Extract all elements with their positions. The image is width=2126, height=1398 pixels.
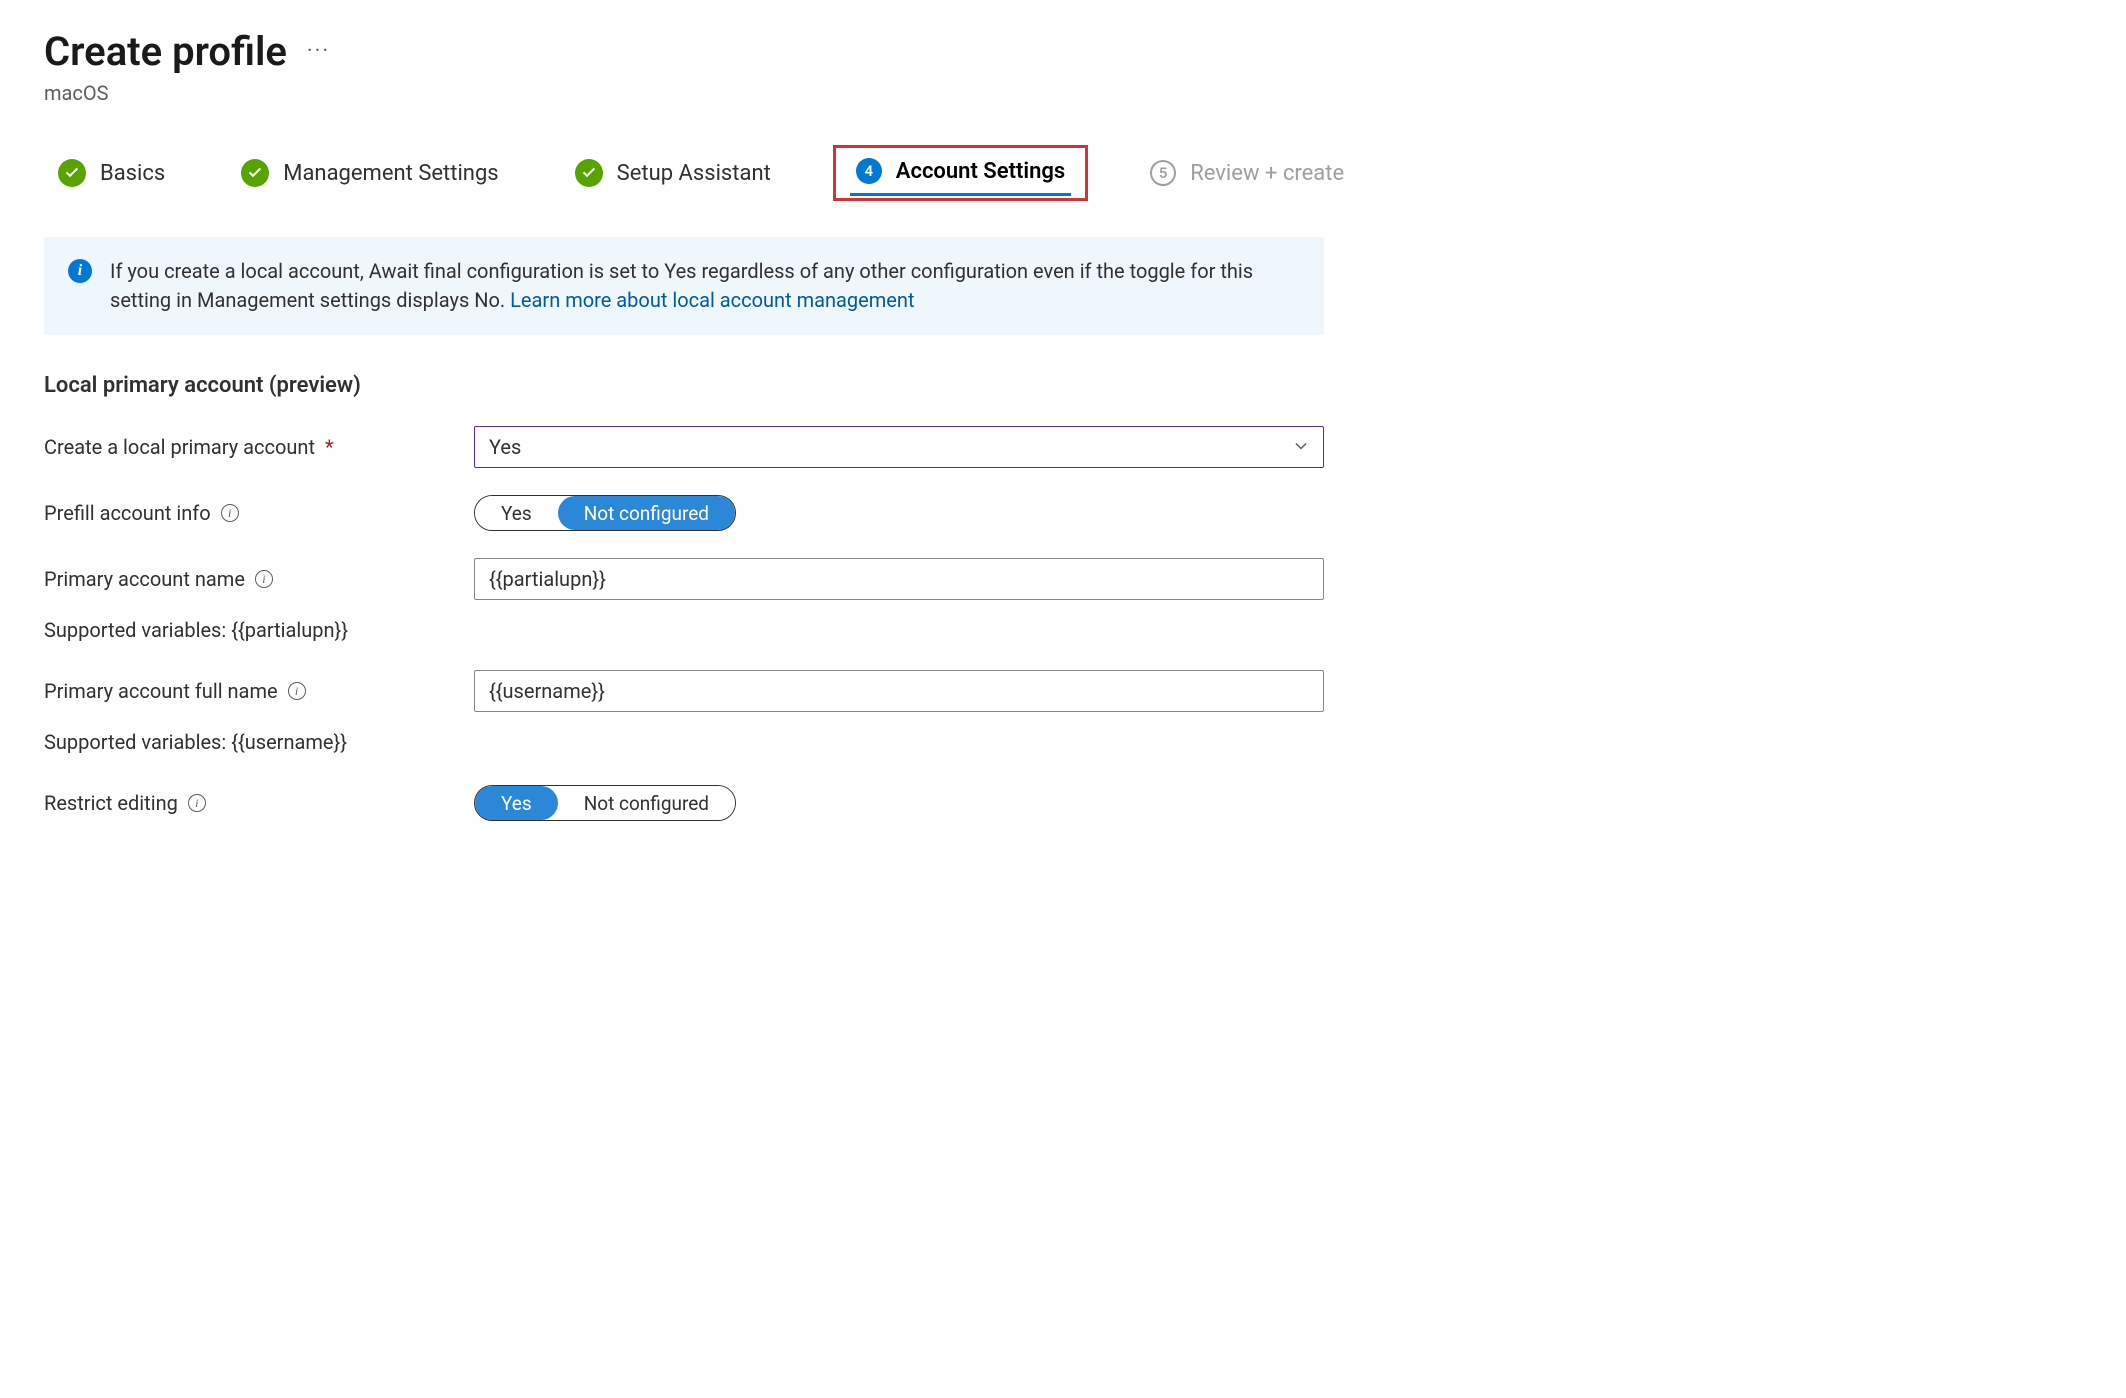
wizard-steps: Basics Management Settings Setup Assista… [44, 145, 2082, 201]
check-icon [241, 159, 269, 187]
active-underline [850, 193, 1071, 196]
info-circle-icon[interactable]: i [255, 570, 273, 588]
step-label: Management Settings [283, 161, 498, 186]
toggle-prefill-notconfigured[interactable]: Not configured [558, 496, 735, 530]
info-circle-icon[interactable]: i [188, 794, 206, 812]
more-actions[interactable]: ··· [307, 39, 330, 64]
step-label: Account Settings [896, 159, 1065, 184]
label-restrict: Restrict editing [44, 791, 178, 815]
hint-full-name: Supported variables: {{username}} [44, 730, 1324, 754]
hint-account-name: Supported variables: {{partialupn}} [44, 618, 1324, 642]
select-value: Yes [489, 435, 521, 459]
row-prefill: Prefill account info i Yes Not configure… [44, 492, 1324, 534]
info-banner: i If you create a local account, Await f… [44, 237, 1324, 335]
learn-more-link[interactable]: Learn more about local account managemen… [510, 288, 914, 312]
info-circle-icon[interactable]: i [288, 682, 306, 700]
step-setup-assistant[interactable]: Setup Assistant [561, 149, 785, 197]
check-icon [575, 159, 603, 187]
toggle-restrict-notconfigured[interactable]: Not configured [558, 786, 735, 820]
row-restrict: Restrict editing i Yes Not configured [44, 782, 1324, 824]
label-prefill: Prefill account info [44, 501, 211, 525]
page-title: Create profile [44, 28, 287, 75]
input-full-name[interactable] [474, 670, 1324, 712]
row-account-name: Primary account name i [44, 558, 1324, 600]
step-number-badge: 4 [856, 158, 882, 184]
page-header: Create profile ··· macOS [44, 28, 2082, 105]
toggle-prefill-yes[interactable]: Yes [475, 496, 558, 530]
step-label: Basics [100, 161, 165, 186]
check-icon [58, 159, 86, 187]
label-account-name: Primary account name [44, 567, 245, 591]
chevron-down-icon [1293, 435, 1309, 459]
section-title: Local primary account (preview) [44, 373, 1324, 398]
row-full-name: Primary account full name i [44, 670, 1324, 712]
page-subtitle: macOS [44, 81, 2082, 105]
input-account-name[interactable] [474, 558, 1324, 600]
step-number-badge: 5 [1150, 160, 1176, 186]
info-message: If you create a local account, Await fin… [110, 257, 1300, 315]
toggle-restrict-yes[interactable]: Yes [475, 786, 558, 820]
step-account-settings[interactable]: 4 Account Settings [833, 145, 1088, 201]
step-label: Review + create [1190, 161, 1344, 186]
row-create-local: Create a local primary account * Yes [44, 426, 1324, 468]
step-label: Setup Assistant [617, 161, 771, 186]
step-basics[interactable]: Basics [44, 149, 179, 197]
step-review-create[interactable]: 5 Review + create [1136, 150, 1358, 196]
label-create-local: Create a local primary account [44, 435, 315, 459]
info-icon: i [68, 259, 92, 283]
required-indicator: * [325, 435, 334, 459]
label-full-name: Primary account full name [44, 679, 278, 703]
toggle-restrict: Yes Not configured [474, 785, 736, 821]
select-create-local[interactable]: Yes [474, 426, 1324, 468]
toggle-prefill: Yes Not configured [474, 495, 736, 531]
step-management-settings[interactable]: Management Settings [227, 149, 512, 197]
info-circle-icon[interactable]: i [221, 504, 239, 522]
